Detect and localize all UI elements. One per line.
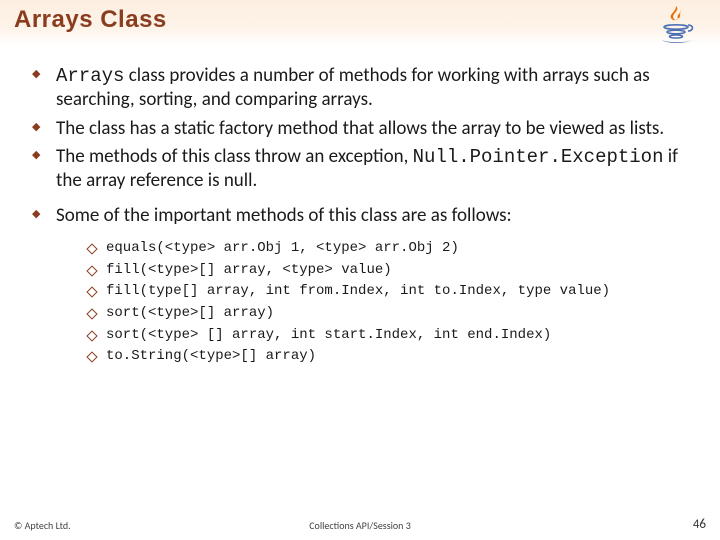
code-text: Arrays — [56, 65, 124, 87]
sub-list: equals(<type> arr.Obj 1, <type> arr.Obj … — [86, 238, 692, 368]
slide: Arrays Class Arrays class provides a num… — [0, 0, 720, 540]
bullet-item: The methods of this class throw an excep… — [28, 145, 692, 194]
body-text: Some of the important methods of this cl… — [56, 204, 512, 227]
sub-item: equals(<type> arr.Obj 1, <type> arr.Obj … — [86, 238, 692, 260]
sub-item: fill(type[] array, int from.Index, int t… — [86, 281, 692, 303]
code-text: Null.Pointer.Exception — [413, 146, 664, 168]
bullet-item: Some of the important methods of this cl… — [28, 204, 692, 368]
body-text: The methods of this class throw an excep… — [56, 145, 413, 168]
body-text: class provides a number of methods for w… — [56, 64, 650, 111]
java-logo-icon — [654, 4, 702, 44]
bullet-item: Arrays class provides a number of method… — [28, 64, 692, 113]
slide-header: Arrays Class — [0, 0, 720, 46]
bullet-list: Arrays class provides a number of method… — [28, 64, 692, 368]
slide-title: Arrays Class — [14, 6, 167, 33]
sub-item: sort(<type>[] array) — [86, 303, 692, 325]
slide-body: Arrays class provides a number of method… — [0, 46, 720, 368]
body-text: The class has a static factory method th… — [56, 117, 664, 140]
copyright-text: © Aptech Ltd. — [14, 519, 71, 532]
sub-item: to.String(<type>[] array) — [86, 346, 692, 368]
slide-footer: © Aptech Ltd. Collections API/Session 3 … — [0, 514, 720, 534]
sub-item: fill(<type>[] array, <type> value) — [86, 260, 692, 282]
session-text: Collections API/Session 3 — [309, 519, 411, 532]
bullet-item: The class has a static factory method th… — [28, 117, 692, 141]
sub-item: sort(<type> [] array, int start.Index, i… — [86, 325, 692, 347]
page-number: 46 — [693, 517, 706, 532]
